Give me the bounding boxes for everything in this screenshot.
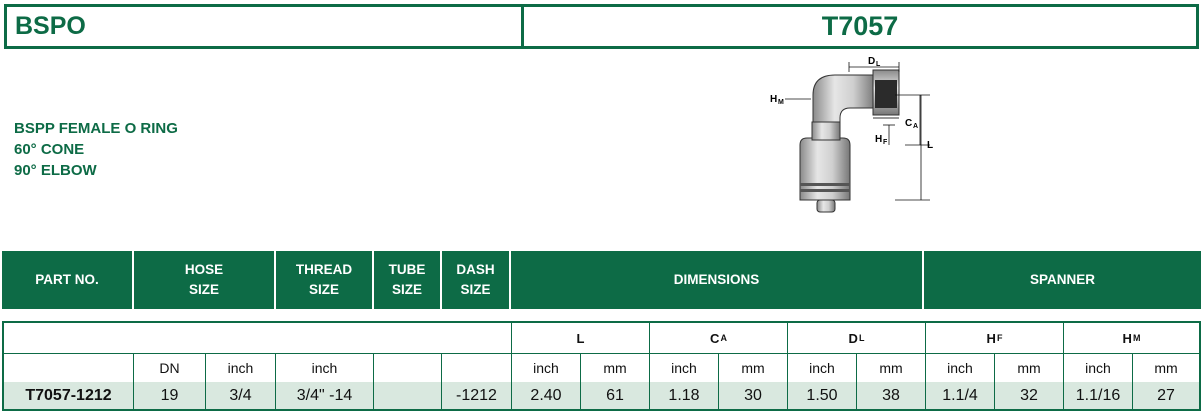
ca-label-sub: A — [913, 123, 918, 130]
group-hf: HF — [926, 323, 1064, 353]
cell-hf-mm: 32 — [995, 382, 1064, 409]
group-l: L — [512, 323, 650, 353]
header-thread-size: THREAD SIZE — [276, 251, 374, 309]
unit-hf-inch: inch — [926, 353, 995, 382]
product-description: BSPP FEMALE O RING 60° CONE 90° ELBOW — [14, 118, 178, 181]
cell-hm-inch: 1.1/16 — [1064, 382, 1133, 409]
l-label: L — [927, 140, 933, 151]
cell-l-mm: 61 — [581, 382, 650, 409]
unit-dn: DN — [134, 353, 206, 382]
dimension-group-row: L CA DL HF HM — [4, 323, 1199, 354]
header-part-no: PART NO. — [2, 251, 134, 309]
cell-dn: 19 — [134, 382, 206, 409]
group-dl: DL — [788, 323, 926, 353]
header-dash-size: DASH SIZE — [442, 251, 511, 309]
ca-label: C — [905, 118, 912, 129]
header-hose-size: HOSE SIZE — [134, 251, 276, 309]
header-tube-size-line1: TUBE — [388, 262, 426, 277]
description-line-2: 60° CONE — [14, 141, 85, 158]
data-table: L CA DL HF HM DN inch inch inch mm inch … — [2, 321, 1201, 411]
header-thread-size-line2: SIZE — [308, 282, 339, 297]
table-row: T7057-1212 19 3/4 3/4" -14 -1212 2.40 61… — [4, 382, 1199, 409]
header-dimensions: DIMENSIONS — [511, 251, 924, 309]
cell-part-no: T7057-1212 — [4, 382, 134, 409]
family-title: BSPO — [7, 7, 524, 46]
hm-label: H — [770, 94, 777, 105]
unit-hf-mm: mm — [995, 353, 1064, 382]
unit-hose-inch: inch — [206, 353, 276, 382]
unit-blank — [4, 353, 134, 382]
header-spanner: SPANNER — [1029, 272, 1095, 287]
cell-thread: 3/4" -14 — [276, 382, 374, 409]
unit-dl-mm: mm — [857, 353, 926, 382]
group-dl-main: D — [848, 330, 858, 346]
group-hf-sub: F — [996, 333, 1003, 343]
header-tube-size: TUBE SIZE — [374, 251, 442, 309]
group-hm-sub: M — [1132, 333, 1141, 343]
group-ca: CA — [650, 323, 788, 353]
unit-dl-inch: inch — [788, 353, 857, 382]
title-bar: BSPO T7057 — [4, 4, 1199, 49]
cell-ca-inch: 1.18 — [650, 382, 719, 409]
unit-hm-inch: inch — [1064, 353, 1133, 382]
unit-tube — [374, 353, 442, 382]
unit-l-inch: inch — [512, 353, 581, 382]
header-tube-size-line2: SIZE — [391, 282, 422, 297]
group-ca-main: C — [710, 330, 720, 346]
table-header: PART NO. HOSE SIZE THREAD SIZE TUBE SIZE… — [2, 251, 1201, 309]
units-row: DN inch inch inch mm inch mm inch mm inc… — [4, 353, 1199, 383]
group-hm: HM — [1064, 323, 1199, 353]
cell-hose-inch: 3/4 — [206, 382, 276, 409]
unit-dash — [442, 353, 512, 382]
unit-hm-mm: mm — [1154, 359, 1178, 376]
fitting-drawing: D L H M C A H F L — [770, 56, 933, 213]
dl-label: D — [868, 56, 875, 67]
part-series-title: T7057 — [821, 11, 899, 41]
unit-ca-mm: mm — [719, 353, 788, 382]
header-hose-size-line2: SIZE — [188, 282, 219, 297]
description-line-3: 90° ELBOW — [14, 162, 97, 179]
cell-hm-mm: 27 — [1157, 386, 1175, 404]
unit-ca-inch: inch — [650, 353, 719, 382]
header-hose-size-line1: HOSE — [184, 262, 224, 277]
cell-l-inch: 2.40 — [512, 382, 581, 409]
cell-ca-mm: 30 — [719, 382, 788, 409]
hf-label: H — [875, 134, 882, 145]
header-thread-size-line1: THREAD — [295, 262, 353, 277]
cell-dl-inch: 1.50 — [788, 382, 857, 409]
group-hm-main: H — [1122, 330, 1132, 346]
unit-thread-inch: inch — [276, 353, 374, 382]
group-hf-main: H — [986, 330, 996, 346]
group-ca-sub: A — [720, 333, 727, 343]
hm-label-sub: M — [778, 99, 784, 106]
dl-label-sub: L — [876, 61, 881, 68]
header-dash-size-line2: SIZE — [460, 282, 491, 297]
cell-tube — [374, 382, 442, 409]
hf-label-sub: F — [883, 139, 888, 146]
unit-l-mm: mm — [581, 353, 650, 382]
cell-dash: -1212 — [442, 382, 512, 409]
blank-cell — [4, 323, 512, 353]
description-line-1: BSPP FEMALE O RING — [14, 120, 178, 137]
cell-dl-mm: 38 — [857, 382, 926, 409]
header-dash-size-line1: DASH — [456, 262, 495, 277]
group-dl-sub: L — [858, 333, 865, 343]
cell-hf-inch: 1.1/4 — [926, 382, 995, 409]
